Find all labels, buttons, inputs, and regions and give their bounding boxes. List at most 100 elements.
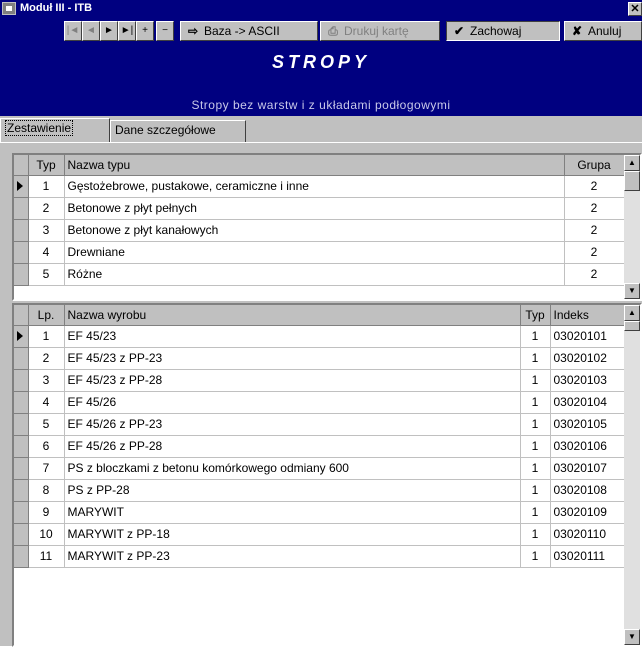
cell-indeks: 03020110 [550, 523, 625, 546]
types-scrollbar[interactable]: ▲ ▼ [624, 155, 640, 299]
module-title: STROPY [271, 52, 370, 72]
table-row[interactable]: 1 Gęstożebrowe, pustakowe, ceramiczne i i… [14, 175, 625, 198]
column-header-typ[interactable]: Typ [520, 305, 551, 326]
table-row[interactable]: 8 PS z PP-28 1 03020108 [14, 479, 625, 502]
cell-typ: 1 [28, 175, 65, 198]
nav-last-button[interactable]: ►| [118, 21, 136, 41]
column-header-nazwa-typu[interactable]: Nazwa typu [64, 155, 565, 176]
cell-lp: 1 [28, 325, 65, 348]
printer-icon: ⎙ [328, 24, 338, 38]
products-scrollbar[interactable]: ▲ ▼ [624, 305, 640, 645]
x-icon: ✘ [571, 24, 583, 38]
cell-nazwa-wyrobu: EF 45/23 [64, 325, 521, 348]
cell-lp: 9 [28, 501, 65, 524]
cell-lp: 3 [28, 369, 65, 392]
scroll-thumb[interactable] [624, 321, 640, 331]
cell-grupa: 2 [564, 219, 625, 242]
table-row[interactable]: 2 Betonowe z płyt pełnych 2 [14, 197, 625, 220]
cell-nazwa-typu: Gęstożebrowe, pustakowe, ceramiczne i in… [64, 175, 565, 198]
scroll-up-button[interactable]: ▲ [624, 305, 640, 321]
cell-lp: 7 [28, 457, 65, 480]
cell-indeks: 03020104 [550, 391, 625, 414]
cell-typ: 1 [520, 501, 551, 524]
table-row[interactable]: 3 EF 45/23 z PP-28 1 03020103 [14, 369, 625, 392]
scroll-up-button[interactable]: ▲ [624, 155, 640, 171]
row-indicator [14, 241, 29, 264]
cell-typ: 1 [520, 523, 551, 546]
nav-next-button[interactable]: ► [100, 21, 118, 41]
scroll-thumb[interactable] [624, 171, 640, 191]
table-row[interactable]: 6 EF 45/26 z PP-28 1 03020106 [14, 435, 625, 458]
scroll-down-button[interactable]: ▼ [624, 283, 640, 299]
cell-nazwa-wyrobu: EF 45/23 z PP-23 [64, 347, 521, 370]
plus-icon: + [142, 25, 148, 36]
save-button[interactable]: ✔ Zachowaj [446, 21, 560, 41]
cancel-button[interactable]: ✘ Anuluj [564, 21, 642, 41]
cell-nazwa-wyrobu: EF 45/26 z PP-23 [64, 413, 521, 436]
tab-zestawienie-label: Zestawienie [5, 120, 74, 136]
checkmark-icon: ✔ [453, 24, 465, 38]
table-row[interactable]: 5 Różne 2 [14, 263, 625, 286]
cell-typ: 1 [520, 325, 551, 348]
module-subtitle: Stropy bez warstw i z układami podłogowy… [191, 98, 451, 112]
tab-dane-szczegolowe-label: Dane szczegółowe [115, 123, 216, 137]
cell-nazwa-typu: Betonowe z płyt pełnych [64, 197, 565, 220]
close-button[interactable]: ✕ [628, 2, 642, 16]
column-header-typ[interactable]: Typ [28, 155, 65, 176]
nav-add-button[interactable]: + [136, 21, 154, 41]
table-row[interactable]: 9 MARYWIT 1 03020109 [14, 501, 625, 524]
next-record-icon: ► [104, 25, 114, 36]
tab-zestawienie[interactable]: Zestawienie [0, 118, 110, 142]
cell-grupa: 2 [564, 175, 625, 198]
scroll-down-icon: ▼ [628, 632, 636, 641]
row-indicator [14, 479, 29, 502]
column-header-nazwa-wyrobu[interactable]: Nazwa wyrobu [64, 305, 521, 326]
cell-grupa: 2 [564, 197, 625, 220]
cell-nazwa-wyrobu: EF 45/26 z PP-28 [64, 435, 521, 458]
table-row[interactable]: 11 MARYWIT z PP-23 1 03020111 [14, 545, 625, 568]
app-icon [2, 2, 16, 15]
row-indicator [14, 369, 29, 392]
row-indicator [14, 175, 29, 198]
export-ascii-button[interactable]: ⇨ Baza -> ASCII [180, 21, 318, 41]
table-row[interactable]: 1 EF 45/23 1 03020101 [14, 325, 625, 348]
products-table: Lp. Nazwa wyrobu Typ Indeks 1 EF 45/23 1 03… [14, 305, 625, 568]
table-row[interactable]: 5 EF 45/26 z PP-23 1 03020105 [14, 413, 625, 436]
nav-prev-button[interactable]: ◄ [82, 21, 100, 41]
table-row[interactable]: 7 PS z bloczkami z betonu komórkowego odm… [14, 457, 625, 480]
cell-indeks: 03020111 [550, 545, 625, 568]
cell-nazwa-wyrobu: EF 45/26 [64, 391, 521, 414]
products-header-row: Lp. Nazwa wyrobu Typ Indeks [14, 305, 625, 326]
table-row[interactable]: 2 EF 45/23 z PP-23 1 03020102 [14, 347, 625, 370]
scroll-down-button[interactable]: ▼ [624, 629, 640, 645]
last-record-icon: ►| [120, 25, 134, 36]
print-card-button[interactable]: ⎙ Drukuj kartę [320, 21, 440, 41]
cancel-label: Anuluj [588, 24, 622, 38]
nav-first-button[interactable]: |◄ [64, 21, 82, 41]
cell-nazwa-typu: Drewniane [64, 241, 565, 264]
table-row[interactable]: 4 EF 45/26 1 03020104 [14, 391, 625, 414]
tab-dane-szczegolowe[interactable]: Dane szczegółowe [110, 120, 246, 142]
cell-typ: 3 [28, 219, 65, 242]
row-indicator [14, 391, 29, 414]
cell-typ: 4 [28, 241, 65, 264]
module-header: STROPY Stropy bez warstw i z układami po… [0, 44, 642, 116]
column-header-grupa[interactable]: Grupa [564, 155, 625, 176]
table-row[interactable]: 10 MARYWIT z PP-18 1 03020110 [14, 523, 625, 546]
cell-grupa: 2 [564, 241, 625, 264]
row-indicator-header [14, 155, 29, 176]
prev-record-icon: ◄ [86, 25, 96, 36]
row-indicator [14, 545, 29, 568]
cell-typ: 2 [28, 197, 65, 220]
row-indicator [14, 263, 29, 286]
table-row[interactable]: 4 Drewniane 2 [14, 241, 625, 264]
cell-nazwa-wyrobu: PS z PP-28 [64, 479, 521, 502]
table-row[interactable]: 3 Betonowe z płyt kanałowych 2 [14, 219, 625, 242]
nav-delete-button[interactable]: − [156, 21, 174, 41]
cell-indeks: 03020103 [550, 369, 625, 392]
column-header-indeks[interactable]: Indeks [550, 305, 625, 326]
types-table: Typ Nazwa typu Grupa 1 Gęstożebrowe, pust… [14, 155, 625, 286]
types-header-row: Typ Nazwa typu Grupa [14, 155, 625, 176]
types-grid: Typ Nazwa typu Grupa 1 Gęstożebrowe, pust… [12, 153, 642, 301]
column-header-lp[interactable]: Lp. [28, 305, 65, 326]
